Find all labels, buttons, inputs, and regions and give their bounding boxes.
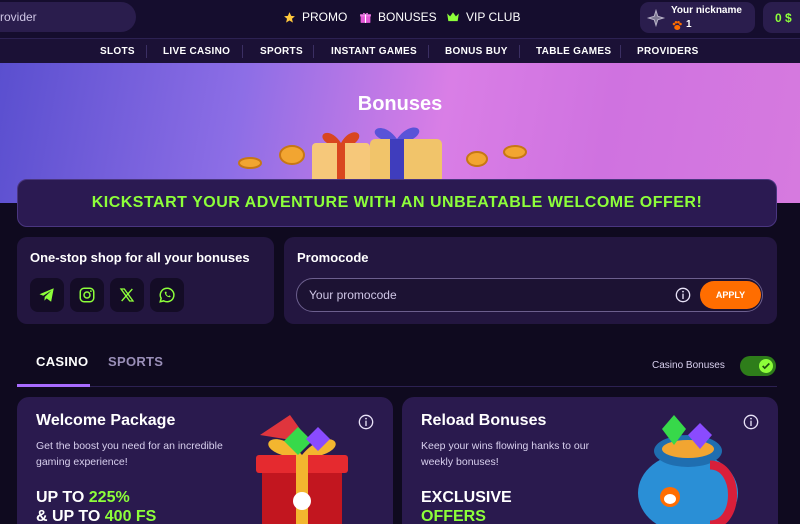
promocode-input[interactable]	[309, 279, 669, 311]
card-title: Welcome Package	[36, 412, 176, 429]
rank-star-icon	[646, 8, 666, 33]
telegram-icon[interactable]	[30, 278, 64, 312]
nav-vip-label: VIP CLUB	[466, 10, 521, 24]
nav-promo-label: PROMO	[302, 10, 348, 24]
card-title: Reload Bonuses	[421, 412, 547, 429]
top-bar: PROMO BONUSES VIP CLUB Your nickname 1 0…	[0, 0, 800, 38]
category-bonus-buy[interactable]: BONUS BUY	[445, 39, 508, 64]
offer-line2-prefix: & UP TO	[36, 508, 105, 524]
casino-bonuses-toggle-label: Casino Bonuses	[652, 360, 725, 371]
nav-bonuses[interactable]: BONUSES	[359, 0, 437, 34]
x-icon[interactable]	[110, 278, 144, 312]
social-panel-title: One-stop shop for all your bonuses	[30, 250, 250, 265]
page-title: Bonuses	[357, 93, 443, 115]
crown-icon	[446, 11, 460, 23]
category-slots[interactable]: SLOTS	[100, 39, 135, 64]
category-table-games[interactable]: TABLE GAMES	[536, 39, 611, 64]
offer-line2: OFFERS	[421, 508, 486, 524]
category-providers[interactable]: PROVIDERS	[637, 39, 699, 64]
divider	[146, 45, 147, 58]
divider	[242, 45, 243, 58]
check-icon	[759, 359, 773, 373]
promocode-panel: Promocode APPLY	[284, 237, 777, 324]
user-profile[interactable]: Your nickname 1	[640, 2, 755, 33]
nav-vip-club[interactable]: VIP CLUB	[446, 0, 520, 34]
reload-bonuses-card[interactable]: Reload Bonuses Keep your wins flowing ha…	[402, 397, 778, 524]
search-input[interactable]	[0, 2, 130, 32]
card-description: Keep your wins flowing hanks to our week…	[421, 440, 590, 468]
whatsapp-icon[interactable]	[150, 278, 184, 312]
nav-bonuses-label: BONUSES	[378, 10, 437, 24]
instagram-icon[interactable]	[70, 278, 104, 312]
category-sports[interactable]: SPORTS	[260, 39, 303, 64]
welcome-offer-text: KICKSTART YOUR ADVENTURE WITH AN UNBEATA…	[91, 194, 703, 211]
user-nickname: Your nickname	[671, 5, 742, 16]
category-instant-games[interactable]: INSTANT GAMES	[331, 39, 417, 64]
gift-coins-illustration	[230, 119, 560, 184]
tab-sports[interactable]: SPORTS	[108, 354, 163, 369]
gift-icon	[359, 11, 372, 24]
card-offer: EXCLUSIVE OFFERS	[421, 488, 512, 524]
gift-box-illustration	[242, 405, 362, 524]
casino-bonuses-toggle[interactable]	[740, 356, 776, 376]
paw-icon	[671, 19, 683, 37]
tabs-divider	[17, 386, 777, 387]
category-live-casino[interactable]: LIVE CASINO	[163, 39, 230, 64]
tab-casino[interactable]: CASINO	[36, 354, 88, 369]
user-level: 1	[686, 19, 692, 30]
offer-line1-prefix: UP TO	[36, 489, 89, 506]
active-tab-indicator	[17, 384, 90, 387]
search-box[interactable]	[0, 2, 136, 32]
apply-button[interactable]: APPLY	[700, 281, 761, 309]
offer-line1-value: 225%	[88, 489, 130, 506]
divider	[519, 45, 520, 58]
card-description: Get the boost you need for an incredible…	[36, 440, 223, 468]
category-nav: SLOTS LIVE CASINO SPORTS INSTANT GAMES B…	[0, 38, 800, 63]
card-offer: UP TO 225% & UP TO 400 FS	[36, 488, 156, 524]
nav-promo[interactable]: PROMO	[283, 0, 347, 34]
balance-display[interactable]: 0 $	[763, 2, 800, 33]
divider	[428, 45, 429, 58]
star-icon	[283, 11, 296, 24]
social-panel: One-stop shop for all your bonuses	[17, 237, 274, 324]
balance-value: 0 $	[775, 10, 792, 25]
welcome-offer-banner[interactable]: KICKSTART YOUR ADVENTURE WITH AN UNBEATA…	[17, 179, 777, 227]
info-icon[interactable]	[743, 414, 759, 430]
promocode-field: APPLY	[296, 278, 763, 312]
offer-line2-value: 400 FS	[104, 508, 157, 524]
divider	[313, 45, 314, 58]
promocode-title: Promocode	[297, 250, 369, 265]
info-icon[interactable]	[675, 287, 691, 303]
info-icon[interactable]	[358, 414, 374, 430]
offer-line1: EXCLUSIVE	[421, 489, 512, 506]
welcome-package-card[interactable]: Welcome Package Get the boost you need f…	[17, 397, 393, 524]
treasure-bag-illustration	[630, 405, 750, 524]
divider	[620, 45, 621, 58]
social-links	[30, 278, 184, 312]
